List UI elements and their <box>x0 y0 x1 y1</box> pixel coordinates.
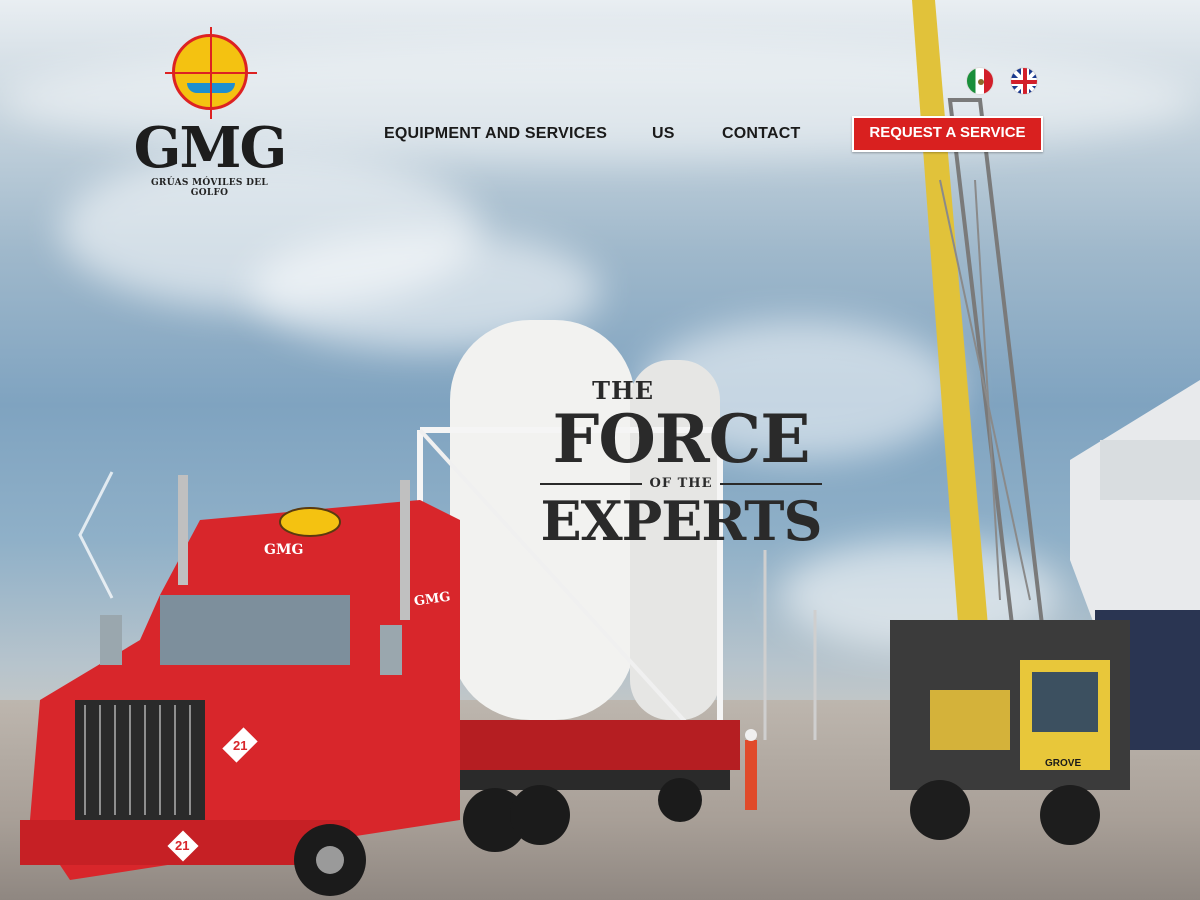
nav-us[interactable]: US <box>652 125 675 143</box>
exhaust-stack <box>178 475 188 585</box>
headline-force: FORCE <box>552 400 810 478</box>
uk-flag-icon[interactable] <box>1010 67 1038 95</box>
crane-counterweight <box>930 690 1010 750</box>
truck-windshield <box>160 595 350 665</box>
hazmat-number-2: 21 <box>175 838 190 853</box>
brand-logo[interactable]: GMG GRÚAS MÓVILES DEL GOLFO <box>132 27 288 198</box>
brand-tagline: GRÚAS MÓVILES DEL GOLFO <box>150 178 269 198</box>
hazmat-number: 21 <box>233 738 248 753</box>
truck-brand-label: GMG <box>264 542 304 558</box>
crane-emblem-icon <box>165 27 257 119</box>
wave-icon <box>187 83 235 93</box>
truck-logo <box>279 507 341 537</box>
mexico-flag-icon[interactable] <box>966 67 994 95</box>
brand-name: GMG <box>133 115 288 181</box>
crane-brand-label: GROVE <box>1045 758 1082 769</box>
ship-hull <box>1070 380 1200 650</box>
hero-banner: GMG GMG 21 21 GROVE GMG GRÚAS MÓVILES DE… <box>0 0 1200 900</box>
nav-contact[interactable]: CONTACT <box>722 125 800 143</box>
crane-cab-window <box>1032 672 1098 732</box>
ship-cabin <box>1100 440 1200 500</box>
request-service-button[interactable]: REQUEST A SERVICE <box>852 116 1043 152</box>
carousel-prev-arrow-icon[interactable] <box>76 470 116 600</box>
hero-headline: THE FORCE OF THE EXPERTS <box>540 378 823 553</box>
truck-grille <box>75 700 205 820</box>
headline-experts: EXPERTS <box>540 489 823 553</box>
nav-equipment-services[interactable]: EQUIPMENT AND SERVICES <box>384 125 607 143</box>
